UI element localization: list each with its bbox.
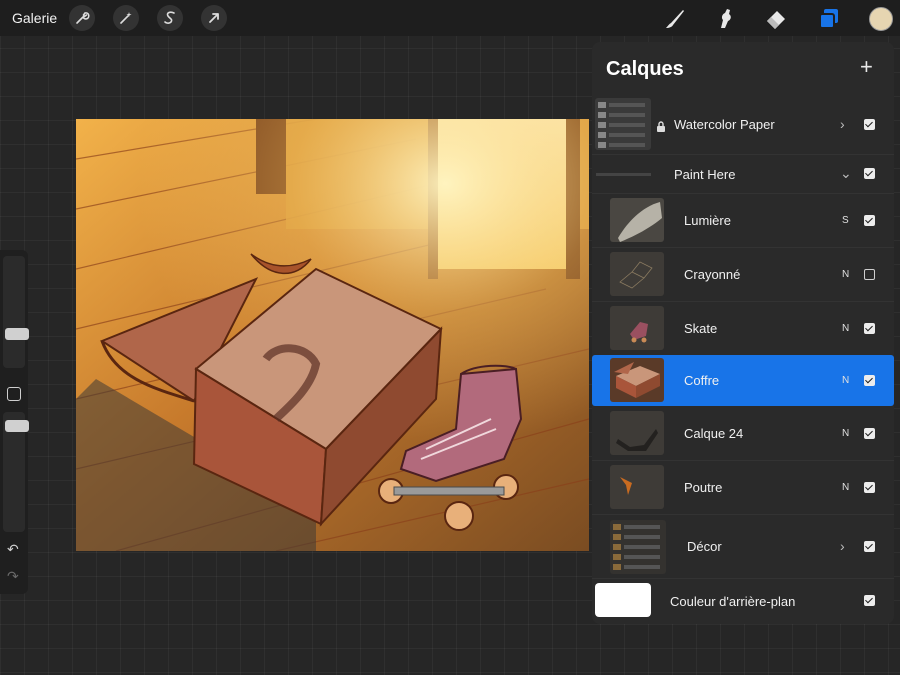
layer-name: Lumière xyxy=(684,213,731,228)
wrench-icon[interactable] xyxy=(69,5,95,31)
layer-visibility-checkbox[interactable] xyxy=(864,269,875,280)
layer-row-decor[interactable]: Décor › xyxy=(592,515,894,577)
layer-name: Décor xyxy=(687,539,722,554)
layer-row-background-color[interactable]: Couleur d'arrière-plan xyxy=(592,579,894,623)
layer-visibility-checkbox[interactable] xyxy=(864,482,875,493)
layer-name: Crayonné xyxy=(684,267,741,282)
blend-mode-label[interactable]: N xyxy=(842,482,849,493)
layer-visibility-checkbox[interactable] xyxy=(864,119,875,130)
layer-row-crayonne[interactable]: Crayonné N xyxy=(592,248,894,300)
chevron-right-icon[interactable]: › xyxy=(840,116,845,132)
magic-wand-icon[interactable] xyxy=(113,5,139,31)
side-bar: ↶ ↷ xyxy=(0,250,29,594)
layer-visibility-checkbox[interactable] xyxy=(864,375,875,386)
layer-thumbnail xyxy=(610,465,664,509)
layer-name: Watercolor Paper xyxy=(674,117,775,132)
layer-thumbnail xyxy=(610,520,666,574)
opacity-thumb[interactable] xyxy=(5,420,29,432)
layer-row-lumiere[interactable]: Lumière S xyxy=(592,194,894,246)
gallery-button[interactable]: Galerie xyxy=(12,10,57,26)
canvas-artwork[interactable] xyxy=(76,119,589,551)
layer-row-coffre[interactable]: Coffre N xyxy=(592,355,894,406)
redo-icon[interactable]: ↷ xyxy=(7,568,19,585)
layer-name: Poutre xyxy=(684,480,723,495)
blend-mode-label[interactable]: N xyxy=(842,428,849,439)
chevron-down-icon[interactable]: ⌄ xyxy=(840,165,852,182)
undo-icon[interactable]: ↶ xyxy=(7,541,19,558)
color-swatch-button[interactable] xyxy=(869,7,893,31)
layer-thumbnail xyxy=(610,252,664,296)
blend-mode-label[interactable]: N xyxy=(842,269,849,280)
panel-title: Calques xyxy=(606,58,684,80)
transform-arrow-icon[interactable] xyxy=(201,5,227,31)
layer-thumbnail xyxy=(610,306,664,350)
layer-name: Couleur d'arrière-plan xyxy=(670,594,796,609)
group-thumbnail xyxy=(596,173,651,176)
layer-row-calque-24[interactable]: Calque 24 N xyxy=(592,407,894,459)
layer-row-poutre[interactable]: Poutre N xyxy=(592,461,894,513)
layer-name: Skate xyxy=(684,321,718,336)
layer-visibility-checkbox[interactable] xyxy=(864,215,875,226)
brush-icon[interactable] xyxy=(662,6,688,32)
selection-s-icon[interactable] xyxy=(157,5,183,31)
layer-name: Coffre xyxy=(684,373,720,388)
layer-name: Paint Here xyxy=(674,167,736,182)
lock-icon xyxy=(656,119,666,137)
background-color-swatch[interactable] xyxy=(595,583,651,617)
layer-visibility-checkbox[interactable] xyxy=(864,168,875,179)
layer-thumbnail xyxy=(610,411,664,455)
top-toolbar: Galerie xyxy=(0,0,900,36)
layer-visibility-checkbox[interactable] xyxy=(864,541,875,552)
layer-thumbnail xyxy=(610,198,664,242)
brush-size-slider[interactable] xyxy=(3,256,29,368)
eraser-icon[interactable] xyxy=(764,6,790,32)
blend-mode-label[interactable]: S xyxy=(842,215,849,226)
layer-row-watercolor-paper[interactable]: Watercolor Paper › xyxy=(592,98,894,152)
layers-icon[interactable] xyxy=(816,6,842,32)
brush-size-thumb[interactable] xyxy=(5,328,29,340)
layer-visibility-checkbox[interactable] xyxy=(864,595,875,606)
blend-mode-label[interactable]: N xyxy=(842,375,849,386)
layer-visibility-checkbox[interactable] xyxy=(864,323,875,334)
layers-panel: Calques + Watercolor Paper › Paint Here … xyxy=(592,42,894,624)
artwork-illustration xyxy=(76,119,589,551)
smudge-icon[interactable] xyxy=(713,6,739,32)
layer-thumbnail xyxy=(595,98,651,150)
layer-visibility-checkbox[interactable] xyxy=(864,428,875,439)
layer-row-paint-here[interactable]: Paint Here ⌄ xyxy=(592,155,894,193)
layer-thumbnail xyxy=(610,358,664,402)
opacity-slider[interactable] xyxy=(3,412,29,532)
layer-name: Calque 24 xyxy=(684,426,744,441)
add-layer-button[interactable]: + xyxy=(860,54,873,80)
modify-button[interactable] xyxy=(7,387,21,401)
chevron-right-icon[interactable]: › xyxy=(840,538,845,554)
layer-row-skate[interactable]: Skate N xyxy=(592,302,894,354)
blend-mode-label[interactable]: N xyxy=(842,323,849,334)
